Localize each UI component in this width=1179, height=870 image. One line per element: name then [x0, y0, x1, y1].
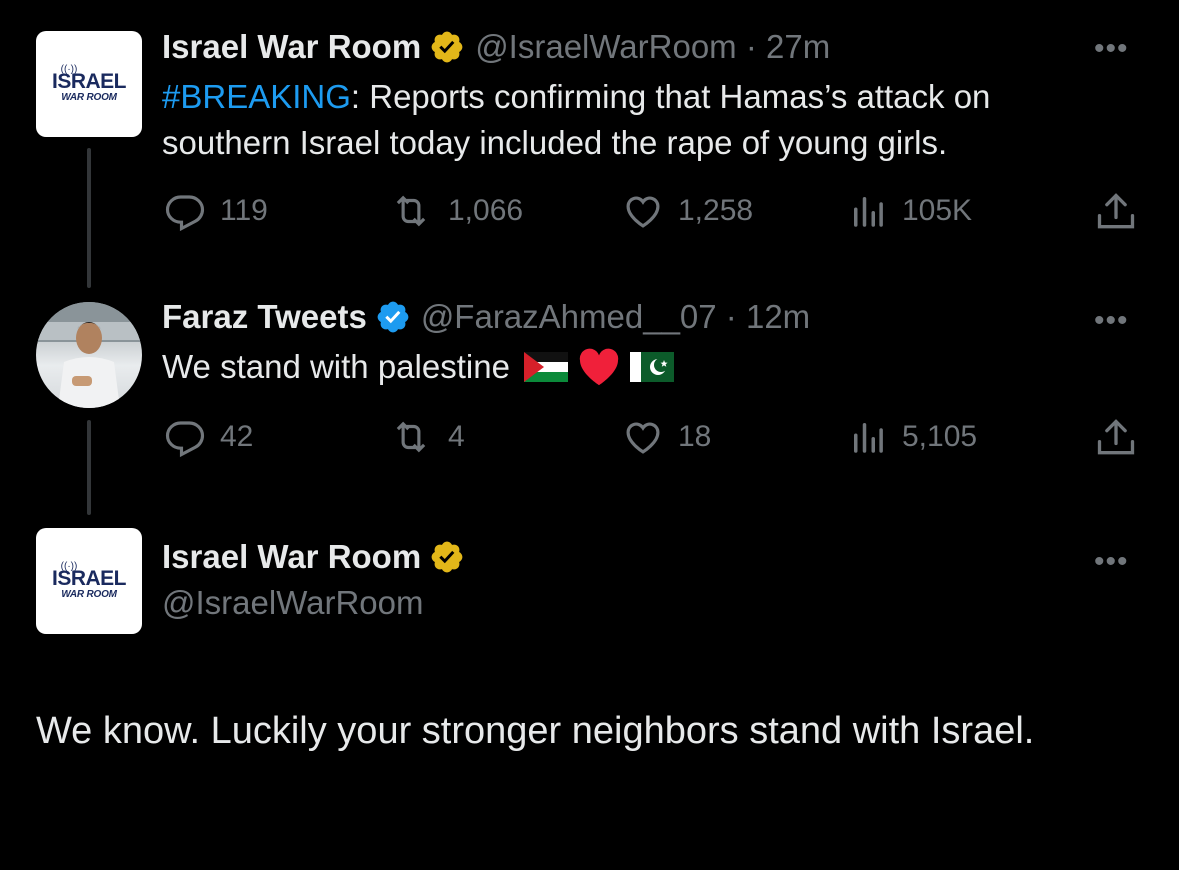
tweet-body: We stand with palestine — [162, 348, 510, 385]
views-icon — [854, 197, 883, 227]
israel-war-room-avatar[interactable]: ((·)) ISRAEL WAR ROOM — [36, 31, 142, 137]
reply-count: 42 — [220, 420, 254, 453]
retweet-icon — [396, 421, 426, 453]
author-name[interactable]: Israel War Room — [162, 538, 421, 576]
logo-text-top: ISRAEL — [51, 70, 127, 93]
like-button[interactable]: 18 — [620, 416, 711, 458]
author-handle-time[interactable]: @IsraelWarRoom · 27m — [475, 28, 830, 66]
palestine-flag-icon — [523, 352, 568, 382]
hashtag-link[interactable]: #BREAKING — [162, 78, 351, 115]
faraz-tweets-avatar[interactable] — [36, 302, 142, 408]
reply-icon — [165, 421, 205, 458]
tweet1-text: #BREAKING: Reports confirming that Hamas… — [162, 74, 1122, 166]
views-button[interactable]: 5,105 — [846, 416, 977, 458]
logo-text-bottom: WAR ROOM — [61, 589, 117, 600]
tweet3-header: Israel War Room — [162, 538, 465, 576]
logo-text-bottom: WAR ROOM — [61, 92, 117, 103]
more-icon[interactable]: ••• — [1094, 304, 1129, 338]
reply-button[interactable]: 42 — [162, 416, 253, 458]
reply-button[interactable]: 119 — [162, 190, 268, 232]
verified-badge-icon — [431, 541, 463, 573]
author-handle-time[interactable]: @FarazAhmed__07 · 12m — [421, 298, 810, 336]
tweet3-text: We know. Luckily your stronger neighbors… — [36, 710, 1035, 752]
views-count: 105K — [902, 194, 973, 227]
views-icon — [854, 423, 883, 453]
author-name[interactable]: Faraz Tweets — [162, 298, 367, 336]
reply-count: 119 — [220, 194, 268, 227]
israel-war-room-avatar[interactable]: ((·)) ISRAEL WAR ROOM — [36, 528, 142, 634]
share-icon — [1097, 419, 1135, 455]
retweet-button[interactable]: 1,066 — [386, 190, 523, 232]
person-photo-icon — [36, 302, 142, 408]
author-handle[interactable]: @IsraelWarRoom — [162, 584, 424, 622]
more-icon[interactable]: ••• — [1094, 32, 1129, 66]
retweet-count: 1,066 — [448, 194, 524, 227]
share-icon — [1097, 193, 1135, 229]
retweet-count: 4 — [448, 420, 465, 453]
share-button[interactable] — [1094, 190, 1150, 234]
logo-text-top: ISRAEL — [51, 567, 127, 590]
pakistan-flag-icon — [629, 352, 674, 382]
share-button[interactable] — [1094, 416, 1150, 460]
like-button[interactable]: 1,258 — [620, 190, 753, 232]
more-icon[interactable]: ••• — [1094, 545, 1129, 579]
retweet-icon — [396, 195, 426, 227]
like-count: 1,258 — [678, 194, 754, 227]
like-icon — [626, 196, 660, 228]
tweet1-header: Israel War Room @IsraelWarRoom · 27m — [162, 28, 830, 66]
like-count: 18 — [678, 420, 712, 453]
views-count: 5,105 — [902, 420, 978, 453]
views-button[interactable]: 105K — [846, 190, 972, 232]
thread-line — [87, 148, 91, 288]
reply-icon — [165, 195, 205, 232]
like-icon — [626, 422, 660, 454]
tweet2-text: We stand with palestine — [162, 344, 674, 390]
tweet2-header: Faraz Tweets @FarazAhmed__07 · 12m — [162, 298, 810, 336]
verified-badge-icon — [377, 301, 409, 333]
retweet-button[interactable]: 4 — [386, 416, 465, 458]
verified-badge-icon — [431, 31, 463, 63]
thread-line — [87, 420, 91, 515]
author-name[interactable]: Israel War Room — [162, 28, 421, 66]
red-heart-icon — [579, 348, 619, 386]
